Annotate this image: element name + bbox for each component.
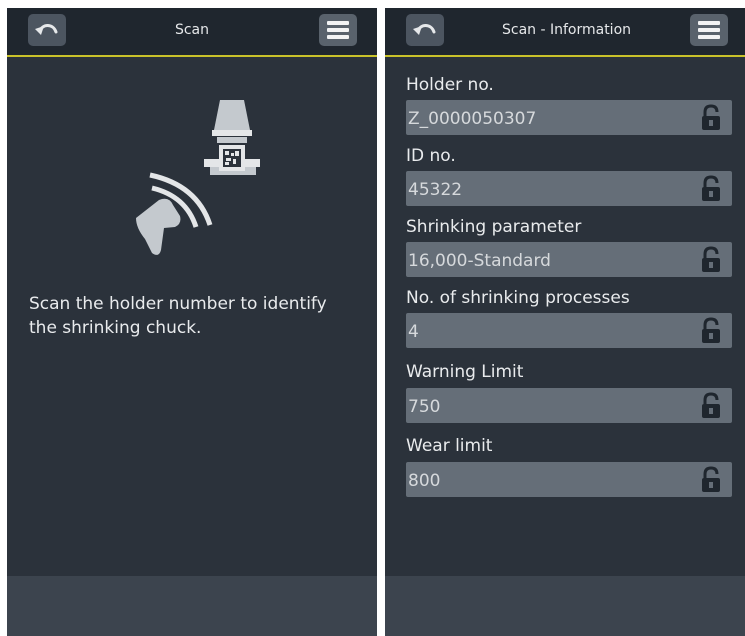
menu-button[interactable] <box>319 14 357 46</box>
lock-icon <box>702 175 720 201</box>
id-no-field[interactable]: 45322 <box>406 171 732 206</box>
shrinking-processes-field[interactable]: 4 <box>406 313 732 348</box>
menu-button[interactable] <box>690 14 728 46</box>
shrinking-parameter-field[interactable]: 16,000-Standard <box>406 242 732 277</box>
warning-limit-field[interactable]: 750 <box>406 388 732 423</box>
barcode-scanner-icon <box>136 100 260 255</box>
shrinking-processes-value: 4 <box>408 322 419 342</box>
id-no-value: 45322 <box>408 180 463 200</box>
scan-information-screen: Scan - Information Holder no. Z_00000503… <box>385 8 745 636</box>
scan-instruction: Scan the holder number to identify the s… <box>29 294 327 338</box>
header-bar: Scan - Information <box>385 8 745 57</box>
header-bar: Scan <box>7 8 377 57</box>
footer-bar <box>385 576 745 636</box>
holder-no-label: Holder no. <box>406 75 494 95</box>
lock-icon <box>702 104 720 130</box>
lock-icon <box>702 466 720 492</box>
wear-limit-label: Wear limit <box>406 436 493 456</box>
lock-icon <box>702 392 720 418</box>
wear-limit-value: 800 <box>408 471 441 491</box>
footer-bar <box>7 576 377 636</box>
scan-screen: Scan Scan the holder number to identify … <box>7 8 377 636</box>
lock-icon <box>702 317 720 343</box>
hamburger-menu-icon <box>327 21 349 39</box>
warning-limit-label: Warning Limit <box>406 362 524 382</box>
hamburger-menu-icon <box>698 21 720 39</box>
holder-no-value: Z_0000050307 <box>408 109 537 129</box>
shrinking-parameter-label: Shrinking parameter <box>406 217 582 237</box>
id-no-label: ID no. <box>406 146 456 166</box>
lock-icon <box>702 246 720 272</box>
warning-limit-value: 750 <box>408 397 441 417</box>
wear-limit-field[interactable]: 800 <box>406 462 732 497</box>
shrinking-parameter-value: 16,000-Standard <box>408 251 551 271</box>
holder-no-field[interactable]: Z_0000050307 <box>406 100 732 135</box>
shrinking-processes-label: No. of shrinking processes <box>406 288 630 308</box>
